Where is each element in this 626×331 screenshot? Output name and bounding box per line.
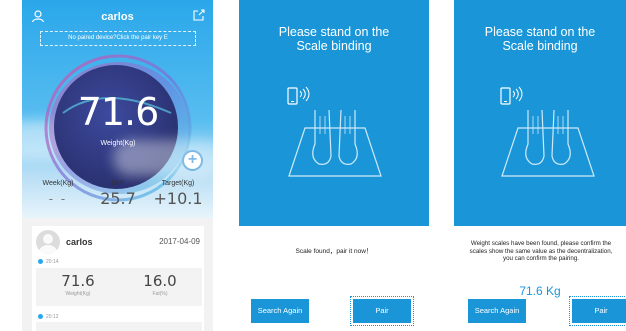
binding-screen-found: Please stand on the Scale binding Scale … — [239, 0, 429, 331]
binding-title-line: Please stand on the — [484, 25, 596, 39]
record-fat-label: Fat(%) — [152, 291, 168, 297]
scale-feet-icon — [288, 109, 382, 177]
scale-feet-icon — [501, 109, 595, 177]
home-screen: carlos No paired device?Click the pair k… — [22, 0, 213, 331]
share-icon[interactable] — [192, 9, 205, 22]
scale-weight-reading: 71.6 Kg — [519, 284, 561, 298]
search-again-button[interactable]: Search Again — [468, 299, 526, 323]
binding-title-line: Please stand on the — [278, 25, 390, 39]
binding-screen-confirm: Please stand on the Scale binding Weight… — [454, 0, 626, 331]
weight-value: 71.6 — [77, 90, 160, 134]
scale-found-message: Scale found，pair it now！ — [295, 248, 373, 255]
record-time: 20:14 — [46, 259, 59, 265]
record-time: 20:12 — [46, 314, 59, 320]
timeline-dot-icon — [38, 259, 43, 264]
record-fat: 16.0 Fat(%) — [120, 272, 200, 297]
record-row[interactable]: 71.6 Weight(Kg) 16.0 Fat(%) — [36, 268, 202, 306]
phone-bluetooth-icon — [500, 86, 523, 105]
binding-banner: Please stand on the Scale binding — [239, 0, 429, 226]
stat-label: BMI — [111, 180, 125, 187]
weight-label: Weight(Kg) — [100, 140, 136, 147]
stat-bmi: BMI 25.7 — [88, 180, 148, 208]
pair-notice-link[interactable]: No paired device?Click the pair key E — [40, 31, 196, 46]
binding-title-line: Scale binding — [502, 39, 578, 53]
pair-button[interactable]: Pair — [569, 296, 626, 326]
card-user-name: carlos — [66, 237, 93, 247]
stat-value: - - — [48, 192, 68, 206]
confirm-message: Weight scales have been found, please co… — [469, 240, 613, 263]
timeline-dot-icon — [38, 314, 43, 319]
add-icon[interactable]: + — [182, 150, 203, 171]
avatar — [36, 230, 60, 254]
phone-bluetooth-icon — [287, 86, 310, 105]
search-again-button[interactable]: Search Again — [251, 299, 309, 323]
binding-title: Please stand on the Scale binding — [454, 25, 626, 53]
record-weight-label: Weight(Kg) — [65, 291, 91, 297]
stat-target: Target(Kg) +10.1 — [148, 180, 208, 208]
stat-week: Week(Kg) - - — [28, 180, 88, 206]
stat-label: Target(Kg) — [161, 180, 195, 187]
binding-banner: Please stand on the Scale binding — [454, 0, 626, 226]
stat-value: +10.1 — [153, 189, 203, 208]
record-weight: 71.6 Weight(Kg) — [38, 272, 118, 297]
pair-button[interactable]: Pair — [350, 296, 414, 326]
binding-title: Please stand on the Scale binding — [239, 25, 429, 53]
card-date: 2017-04-09 — [159, 237, 200, 246]
binding-title-line: Scale binding — [296, 39, 372, 53]
history-card[interactable]: carlos 2017-04-09 20:14 71.6 Weight(Kg) … — [32, 226, 204, 331]
record-fat-value: 16.0 — [143, 272, 177, 290]
page-title: carlos — [101, 11, 134, 23]
stat-value: 25.7 — [100, 189, 136, 208]
record-row[interactable] — [36, 322, 202, 331]
stats-row: Week(Kg) - - BMI 25.7 Target(Kg) +10.1 — [22, 180, 213, 220]
record-weight-value: 71.6 — [61, 272, 95, 290]
stat-label: Week(Kg) — [42, 180, 74, 187]
